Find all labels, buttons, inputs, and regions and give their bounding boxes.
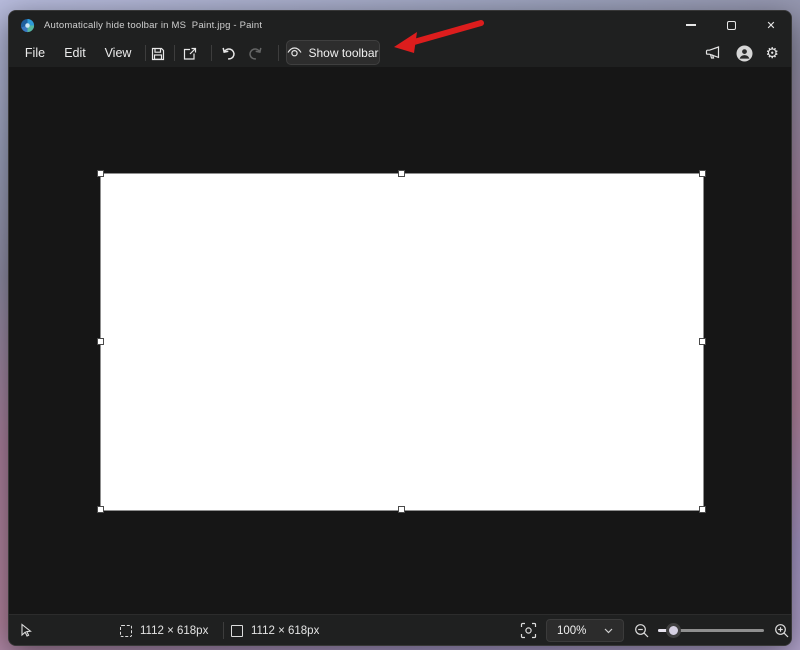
show-toolbar-button[interactable]: Show toolbar bbox=[286, 40, 380, 65]
save-button[interactable] bbox=[149, 45, 166, 62]
maximize-button[interactable] bbox=[711, 11, 751, 39]
workspace bbox=[9, 67, 791, 616]
selection-handle-bottom-middle[interactable] bbox=[398, 506, 405, 513]
chevron-down-icon bbox=[604, 628, 613, 633]
maximize-icon bbox=[726, 20, 736, 30]
share-button[interactable] bbox=[181, 45, 198, 62]
share-icon bbox=[183, 47, 196, 60]
zoom-slider-thumb[interactable] bbox=[665, 623, 681, 638]
status-separator bbox=[223, 622, 224, 639]
annotation-arrow-icon bbox=[394, 20, 484, 53]
menu-file[interactable]: File bbox=[17, 39, 53, 67]
paint-app-icon bbox=[20, 18, 35, 32]
close-icon: ✕ bbox=[766, 19, 776, 32]
selection-handle-top-middle[interactable] bbox=[398, 170, 405, 177]
megaphone-icon[interactable] bbox=[705, 45, 723, 61]
cursor-icon bbox=[21, 623, 32, 637]
minimize-icon bbox=[686, 24, 696, 26]
canvas-size-value: 1112 × 618px bbox=[251, 624, 320, 637]
minimize-button[interactable] bbox=[671, 11, 711, 39]
selection-size-value: 1112 × 618px bbox=[140, 624, 209, 637]
close-button[interactable]: ✕ bbox=[751, 11, 791, 39]
status-bar: 1112 × 618px 1112 × 618px 100% bbox=[9, 614, 791, 645]
selection-handle-bottom-right[interactable] bbox=[699, 506, 706, 513]
menu-edit-label: Edit bbox=[64, 46, 86, 60]
menu-view[interactable]: View bbox=[97, 39, 139, 67]
menu-separator bbox=[278, 45, 279, 61]
show-toolbar-label: Show toolbar bbox=[308, 45, 379, 60]
selection-handle-top-right[interactable] bbox=[699, 170, 706, 177]
zoom-out-icon[interactable] bbox=[634, 623, 650, 639]
undo-button[interactable] bbox=[220, 45, 237, 62]
selection-handle-middle-right[interactable] bbox=[699, 338, 706, 345]
selection-size-icon bbox=[120, 624, 132, 637]
undo-icon bbox=[222, 47, 235, 60]
eye-icon bbox=[287, 47, 302, 57]
window-title: Automatically hide toolbar in MS Paint.j… bbox=[44, 19, 263, 31]
save-icon bbox=[151, 47, 164, 60]
canvas-size-icon bbox=[231, 624, 243, 637]
redo-button[interactable] bbox=[247, 45, 264, 62]
zoom-in-icon[interactable] bbox=[774, 623, 790, 639]
selection-handle-middle-left[interactable] bbox=[97, 338, 104, 345]
menu-separator bbox=[211, 45, 212, 61]
zoom-dropdown[interactable]: 100% bbox=[546, 619, 624, 642]
gear-icon[interactable]: ⚙ bbox=[766, 46, 779, 61]
menu-edit[interactable]: Edit bbox=[57, 39, 93, 67]
menu-separator bbox=[145, 45, 146, 61]
menu-file-label: File bbox=[24, 46, 46, 60]
menu-separator bbox=[174, 45, 175, 61]
selection-handle-bottom-left[interactable] bbox=[97, 506, 104, 513]
account-icon[interactable] bbox=[736, 45, 753, 62]
drawing-canvas[interactable] bbox=[100, 173, 704, 511]
zoom-slider[interactable] bbox=[658, 623, 764, 638]
fit-to-window-icon[interactable] bbox=[520, 622, 537, 639]
paint-window: Automatically hide toolbar in MS Paint.j… bbox=[8, 10, 792, 646]
menu-view-label: View bbox=[104, 46, 132, 60]
zoom-value: 100% bbox=[557, 624, 587, 637]
selection-handle-top-left[interactable] bbox=[97, 170, 104, 177]
redo-icon bbox=[249, 47, 262, 60]
